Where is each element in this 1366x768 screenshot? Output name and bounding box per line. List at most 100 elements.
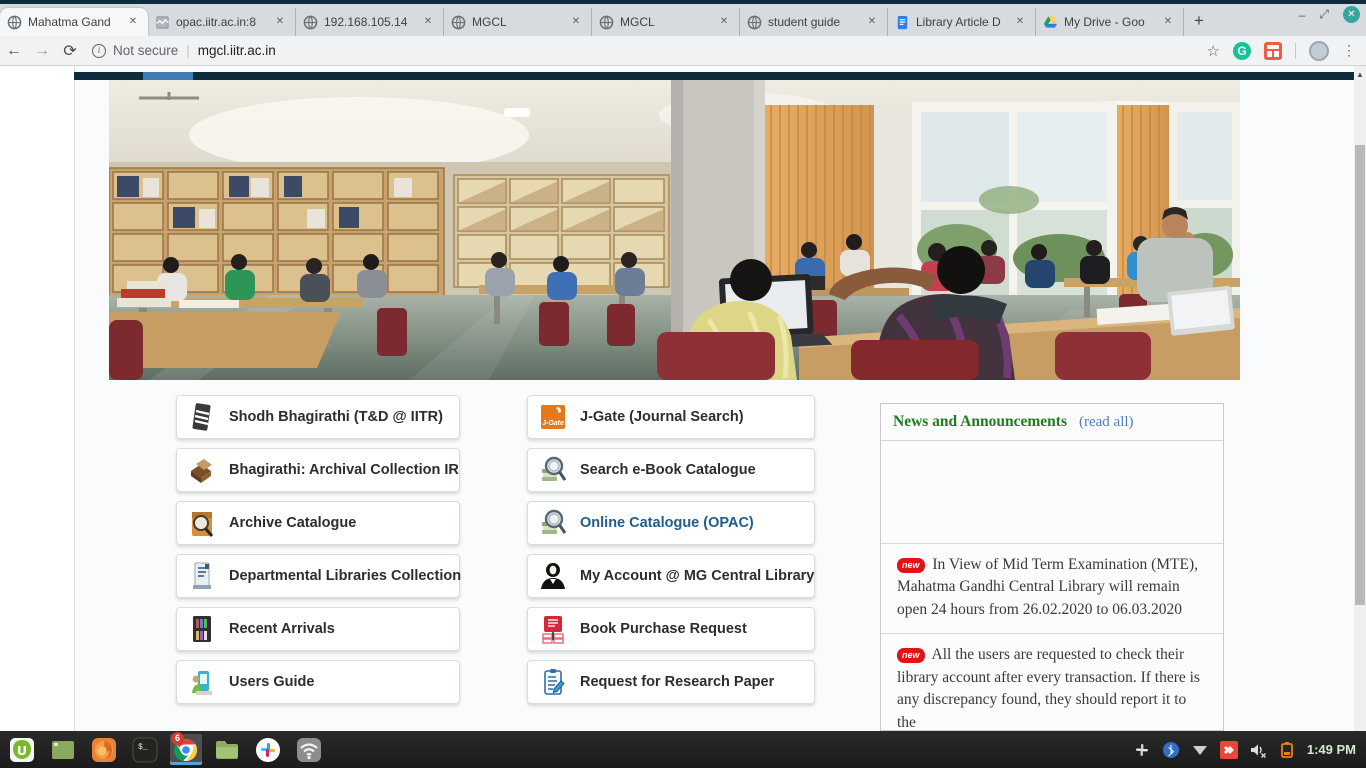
browser-menu-icon[interactable]: ⋮ <box>1342 42 1356 59</box>
tab-title: student guide <box>768 15 858 29</box>
refresh-button[interactable]: ⟳ <box>56 41 84 61</box>
webpage: Shodh Bhagirathi (T&D @ IITR) Bhagirathi… <box>0 66 1354 731</box>
link-online-catalogue-opac[interactable]: Online Catalogue (OPAC) <box>527 501 815 545</box>
tab-title: Mahatma Gand <box>28 15 119 29</box>
link-label: Archive Catalogue <box>229 515 356 531</box>
show-desktop-button[interactable] <box>47 734 79 765</box>
tab-library-article[interactable]: Library Article D ✕ <box>888 8 1036 36</box>
link-archive-catalogue[interactable]: Archive Catalogue <box>176 501 460 545</box>
link-label: Search e-Book Catalogue <box>580 462 756 478</box>
tab-student-guide[interactable]: student guide ✕ <box>740 8 888 36</box>
security-label: Not secure <box>113 43 178 58</box>
bookmark-star-icon[interactable]: ☆ <box>1207 42 1220 60</box>
book-magnifier-icon <box>540 508 566 538</box>
forward-button[interactable]: → <box>28 42 56 60</box>
network-signal-icon[interactable] <box>1191 741 1209 759</box>
broken-page-icon <box>155 15 170 30</box>
tab-strip: Mahatma Gand ✕ opac.iitr.ac.in:8 ✕ 192.1… <box>0 4 1366 36</box>
link-bhagirathi-archival[interactable]: Bhagirathi: Archival Collection IR <box>176 448 460 492</box>
link-departmental-libraries[interactable]: Departmental Libraries Collection <box>176 554 460 598</box>
slack-button[interactable] <box>252 734 284 765</box>
globe-icon <box>451 15 466 30</box>
tab-ip-address[interactable]: 192.168.105.14 ✕ <box>296 8 444 36</box>
back-button[interactable]: ← <box>0 42 28 60</box>
link-label: Users Guide <box>229 674 314 690</box>
close-tab-icon[interactable]: ✕ <box>716 14 732 30</box>
tab-mgcl-2[interactable]: MGCL ✕ <box>592 8 740 36</box>
read-all-link[interactable]: (read all) <box>1079 414 1134 431</box>
clipboard-pencil-icon <box>540 667 566 697</box>
tab-opac[interactable]: opac.iitr.ac.in:8 ✕ <box>148 8 296 36</box>
toolbar-divider <box>1295 43 1296 59</box>
tab-title: 192.168.105.14 <box>324 15 414 29</box>
orange-extension-icon[interactable] <box>1264 42 1282 60</box>
globe-icon <box>599 15 614 30</box>
page-scrollbar[interactable]: ▲ <box>1354 66 1366 731</box>
slack-tray-icon[interactable] <box>1133 741 1151 759</box>
globe-icon <box>7 15 22 30</box>
tab-mahatma-gandhi-library[interactable]: Mahatma Gand ✕ <box>0 8 148 36</box>
profile-avatar[interactable] <box>1309 41 1329 61</box>
library-kiosk-icon <box>189 561 215 591</box>
minimize-button[interactable]: – <box>1299 8 1306 22</box>
globe-icon <box>303 15 318 30</box>
quick-links-middle: J-Gate J-Gate (Journal Search) Search e-… <box>527 395 815 713</box>
taskbar-clock[interactable]: 1:49 PM <box>1307 742 1356 757</box>
tab-title: opac.iitr.ac.in:8 <box>176 15 266 29</box>
site-navbar-edge <box>74 72 1354 80</box>
library-photo <box>109 80 1240 380</box>
scrollbar-thumb[interactable] <box>1355 145 1365 605</box>
news-item[interactable]: new All the users are requested to check… <box>881 633 1223 731</box>
news-item[interactable]: new In View of Mid Term Examination (MTE… <box>881 543 1223 633</box>
site-navbar-active-item <box>143 72 193 80</box>
link-recent-arrivals[interactable]: Recent Arrivals <box>176 607 460 651</box>
link-research-paper-request[interactable]: Request for Research Paper <box>527 660 815 704</box>
tab-my-drive[interactable]: My Drive - Goo ✕ <box>1036 8 1184 36</box>
volume-muted-icon[interactable] <box>1249 741 1267 759</box>
quick-links-left: Shodh Bhagirathi (T&D @ IITR) Bhagirathi… <box>176 395 460 713</box>
anydesk-icon[interactable] <box>1220 741 1238 759</box>
taskbar: $_ 6 1:49 <box>0 731 1366 768</box>
book-magnifier-icon <box>540 455 566 485</box>
link-label: Book Purchase Request <box>580 621 747 637</box>
close-tab-icon[interactable]: ✕ <box>568 14 584 30</box>
tab-mgcl-1[interactable]: MGCL ✕ <box>444 8 592 36</box>
files-button[interactable] <box>211 734 243 765</box>
close-tab-icon[interactable]: ✕ <box>864 14 880 30</box>
link-book-purchase[interactable]: Book Purchase Request <box>527 607 815 651</box>
link-shodh-bhagirathi[interactable]: Shodh Bhagirathi (T&D @ IITR) <box>176 395 460 439</box>
chrome-button[interactable]: 6 <box>170 734 202 765</box>
firefox-button[interactable] <box>88 734 120 765</box>
new-tab-button[interactable]: + <box>1184 8 1214 34</box>
google-docs-icon <box>895 15 910 30</box>
battery-icon[interactable] <box>1278 741 1296 759</box>
link-label: Online Catalogue (OPAC) <box>580 515 754 531</box>
bluetooth-icon[interactable] <box>1162 741 1180 759</box>
link-label: Bhagirathi: Archival Collection IR <box>229 462 459 478</box>
red-book-icon <box>540 614 566 644</box>
link-users-guide[interactable]: Users Guide <box>176 660 460 704</box>
bookshelf-icon <box>189 614 215 644</box>
close-tab-icon[interactable]: ✕ <box>1160 14 1176 30</box>
tab-title: MGCL <box>472 15 562 29</box>
close-tab-icon[interactable]: ✕ <box>1012 14 1028 30</box>
close-window-button[interactable]: ✕ <box>1343 6 1360 23</box>
terminal-button[interactable]: $_ <box>129 734 161 765</box>
news-panel: News and Announcements (read all) new In… <box>880 403 1224 731</box>
maximize-button[interactable]: ⤢ <box>1319 7 1329 22</box>
link-search-ebook[interactable]: Search e-Book Catalogue <box>527 448 815 492</box>
close-tab-icon[interactable]: ✕ <box>420 14 436 30</box>
address-bar[interactable]: i Not secure | mgcl.iitr.ac.in <box>92 43 276 58</box>
link-my-account[interactable]: My Account @ MG Central Library <box>527 554 815 598</box>
link-jgate[interactable]: J-Gate J-Gate (Journal Search) <box>527 395 815 439</box>
close-tab-icon[interactable]: ✕ <box>125 14 141 30</box>
news-item-text: In View of Mid Term Examination (MTE), M… <box>897 556 1198 618</box>
close-tab-icon[interactable]: ✕ <box>272 14 288 30</box>
mint-menu-button[interactable] <box>6 734 38 765</box>
grammarly-extension-icon[interactable]: G <box>1233 42 1251 60</box>
url-text[interactable]: mgcl.iitr.ac.in <box>198 43 276 58</box>
scroll-up-icon[interactable]: ▲ <box>1354 66 1366 79</box>
info-icon[interactable]: i <box>92 44 106 58</box>
taskbar-apps: $_ 6 <box>0 734 325 765</box>
network-app-button[interactable] <box>293 734 325 765</box>
